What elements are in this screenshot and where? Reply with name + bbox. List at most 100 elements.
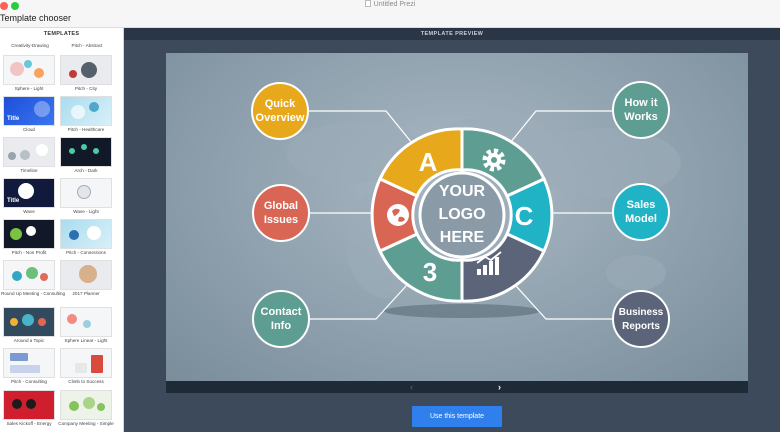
thumbnail-title: Title <box>7 198 20 204</box>
template-label: Sphere - Light <box>14 86 44 91</box>
template-label: Wave <box>23 209 35 214</box>
template-climb-to-success[interactable]: Climb to Success <box>58 348 114 385</box>
topic-label-line-2: Overview <box>256 112 305 124</box>
template-thumbnail <box>60 390 112 420</box>
topic-label-line-2: Info <box>271 320 291 332</box>
segment-3-label: 3 <box>423 257 437 287</box>
sidebar-header: TEMPLATES <box>43 31 80 37</box>
template-thumbnail <box>3 219 55 249</box>
template-thumbnail <box>3 55 55 85</box>
template-thumbnail <box>60 96 112 126</box>
document-icon <box>364 0 371 7</box>
template-company-meeting-simple[interactable]: Company Meeting - Simple <box>58 390 114 427</box>
use-template-button[interactable]: Use this template <box>412 406 502 427</box>
template-label: Company Meeting - Simple <box>58 421 114 426</box>
preview-header: TEMPLATE PREVIEW <box>124 28 780 40</box>
template-cloud[interactable]: Title Cloud <box>1 96 57 133</box>
template-wave-light[interactable]: Wave - Light <box>58 178 114 215</box>
template-pitch-abstract[interactable]: Pitch - Abstract <box>59 43 115 50</box>
template-pitch-city[interactable]: Pitch - City <box>58 55 114 92</box>
template-label: Creativity-Drawing <box>11 43 49 48</box>
topic-label-line-2: Reports <box>622 321 660 332</box>
topic-label-line-1: Business <box>619 307 664 318</box>
diagram-shadow <box>384 304 540 318</box>
template-label: Cloud <box>22 127 35 132</box>
template-thumbnail <box>60 55 112 85</box>
center-label-line-3: HERE <box>440 229 485 246</box>
chevron-right-icon[interactable]: › <box>498 381 501 393</box>
topic-global-issues[interactable]: Global Issues <box>252 184 310 242</box>
template-label: Pitch - Consulting <box>10 379 47 384</box>
window-title: Untitled Prezi <box>0 0 780 9</box>
topic-business-reports[interactable]: Business Reports <box>612 290 670 348</box>
topic-label-line-1: How it <box>625 97 658 109</box>
topic-label-line-2: Works <box>624 111 657 123</box>
template-thumbnail <box>60 348 112 378</box>
template-thumbnail <box>3 260 55 290</box>
template-label: Pitch - Connections <box>66 250 106 255</box>
preview-canvas: YOUR LOGO HERE A C 3 Quick Overview Glob… <box>166 53 748 381</box>
topic-label-line-1: Global <box>264 200 298 212</box>
globe-icon <box>387 204 409 226</box>
center-label-line-2: LOGO <box>438 206 485 223</box>
template-thumbnail <box>60 307 112 337</box>
template-label: Pitch - Abstract <box>71 43 103 48</box>
segment-c-label: C <box>515 201 534 231</box>
topic-label-line-1: Sales <box>627 199 656 211</box>
template-thumbnail <box>60 260 112 290</box>
template-label: Pitch - City <box>74 86 98 91</box>
topic-label-line-2: Model <box>625 213 657 225</box>
window-title-text: Untitled Prezi <box>373 1 416 8</box>
template-round-up-meeting[interactable]: Round Up Meeting - Consulting <box>1 260 66 297</box>
template-2017-planner[interactable]: 2017 Planner <box>58 260 114 297</box>
template-label: Arch - Dark <box>74 168 98 173</box>
templates-sidebar: TEMPLATES Creativity-Drawing Pitch - Abs… <box>0 28 124 432</box>
template-label: Wave - Light <box>73 209 99 214</box>
template-thumbnail <box>60 219 112 249</box>
template-thumbnail: Title <box>3 96 55 126</box>
template-thumbnail <box>3 390 55 420</box>
topic-how-it-works[interactable]: How it Works <box>612 81 670 139</box>
window-titlebar: Untitled Prezi Template chooser <box>0 0 780 28</box>
center-label-line-1: YOUR <box>439 183 486 200</box>
preview-navigation-bar: ‹ › <box>166 381 748 393</box>
template-pitch-non-profit[interactable]: Pitch - Non Profit <box>1 219 57 256</box>
template-timeline[interactable]: Timeline <box>1 137 57 174</box>
template-wave[interactable]: Title Wave <box>1 178 57 215</box>
chevron-left-icon[interactable]: ‹ <box>410 381 413 393</box>
template-label: 2017 Planner <box>72 291 100 296</box>
template-sphere-linear-light[interactable]: Sphere Linear - Light <box>58 307 114 344</box>
template-arch-dark[interactable]: Arch - Dark <box>58 137 114 174</box>
template-label: Sphere Linear - Light <box>64 338 108 343</box>
template-thumbnail: Title <box>3 178 55 208</box>
topic-sales-model[interactable]: Sales Model <box>612 183 670 241</box>
template-thumbnail <box>3 307 55 337</box>
template-label: Pitch - Healthcare <box>67 127 105 132</box>
template-sphere-light[interactable]: Sphere - Light <box>1 55 57 92</box>
template-label: Sales Kickoff - Energy <box>6 421 52 426</box>
template-thumbnail <box>60 178 112 208</box>
topic-contact-info[interactable]: Contact Info <box>252 290 310 348</box>
template-label: Around a Topic <box>13 338 45 343</box>
dialog-title: Template chooser <box>0 13 72 23</box>
gear-icon <box>482 148 506 172</box>
template-preview-panel: TEMPLATE PREVIEW YOUR LOGO HERE A C 3 Qu… <box>124 28 780 432</box>
template-label: Round Up Meeting - Consulting <box>1 291 66 296</box>
preview-diagram: YOUR LOGO HERE A C 3 Quick Overview Glob… <box>251 81 681 348</box>
template-label: Timeline <box>20 168 38 173</box>
template-thumbnail <box>60 137 112 167</box>
template-label: Pitch - Non Profit <box>11 250 47 255</box>
template-creativity-drawing[interactable]: Creativity-Drawing <box>2 43 58 50</box>
template-label: Climb to Success <box>68 379 104 384</box>
template-thumbnail <box>3 137 55 167</box>
topic-label-line-1: Quick <box>265 98 296 110</box>
template-sales-kickoff-energy[interactable]: Sales Kickoff - Energy <box>1 390 57 427</box>
template-around-a-topic[interactable]: Around a Topic <box>1 307 57 344</box>
template-pitch-healthcare[interactable]: Pitch - Healthcare <box>58 96 114 133</box>
topic-quick-overview[interactable]: Quick Overview <box>251 82 309 140</box>
template-pitch-consulting[interactable]: Pitch - Consulting <box>1 348 57 385</box>
topic-label-line-1: Contact <box>261 306 302 318</box>
template-pitch-connections[interactable]: Pitch - Connections <box>58 219 114 256</box>
topic-label-line-2: Issues <box>264 214 298 226</box>
segment-a-label: A <box>419 147 438 177</box>
